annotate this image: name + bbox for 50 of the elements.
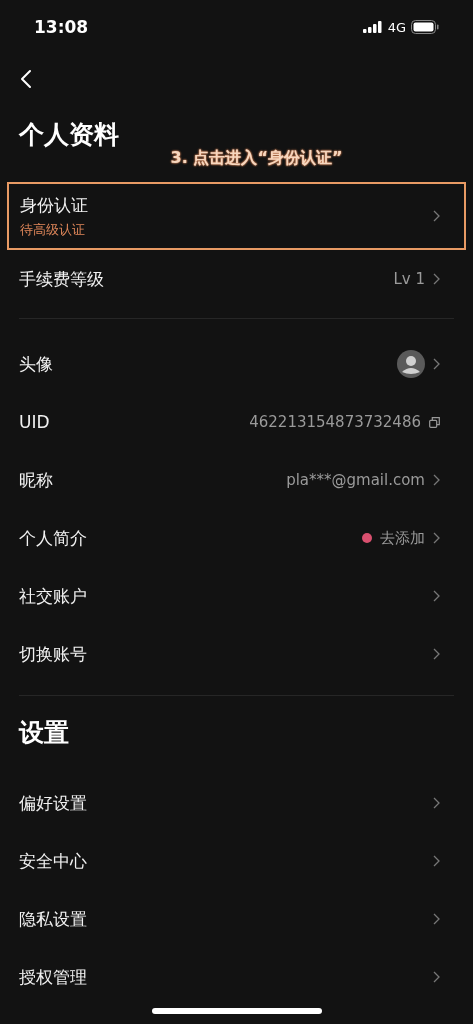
row-label: 安全中心 [19, 849, 87, 873]
avatar-icon [397, 350, 425, 378]
row-value: pla***@gmail.com [286, 471, 425, 489]
settings-row[interactable]: 安全中心 [0, 832, 473, 890]
back-icon[interactable] [20, 69, 32, 89]
settings-row[interactable]: 社交账户 [0, 567, 473, 625]
section-title: 设置 [19, 717, 70, 749]
status-time: 13:08 [34, 17, 89, 37]
section-title: 个人资料 [19, 119, 120, 151]
chevron-icon [433, 797, 440, 809]
row-label: 个人简介 [19, 526, 87, 550]
settings-row[interactable]: 身份认证 待高级认证 [7, 182, 466, 250]
row-value: 462213154873732486 [249, 413, 421, 431]
settings-row[interactable]: UID 462213154873732486 [0, 393, 473, 451]
chevron-icon [433, 590, 440, 602]
row-label: 身份认证 [20, 193, 88, 217]
settings-row[interactable]: 手续费等级 Lv 1 [0, 250, 473, 308]
chevron-icon [433, 913, 440, 925]
chevron-icon [433, 532, 440, 544]
row-value: 去添加 [380, 528, 425, 548]
settings-row[interactable]: 个人简介 去添加 [0, 509, 473, 567]
row-label: 切换账号 [19, 642, 87, 666]
chevron-icon [433, 273, 440, 285]
chevron-icon [433, 855, 440, 867]
row-label: 手续费等级 [19, 267, 104, 291]
chevron-icon [433, 474, 440, 486]
row-label: 头像 [19, 352, 53, 376]
row-label: 昵称 [19, 468, 53, 492]
settings-row[interactable]: 授权管理 [0, 948, 473, 1006]
settings-row[interactable]: 昵称 pla***@gmail.com [0, 451, 473, 509]
tutorial-annotation: 3. 点击进入“身份认证” [170, 148, 343, 169]
row-label: 偏好设置 [19, 791, 87, 815]
row-sublabel: 待高级认证 [20, 220, 86, 239]
signal-icon [362, 21, 383, 33]
chevron-icon [433, 358, 440, 370]
settings-row[interactable]: 隐私设置 [0, 890, 473, 948]
row-value: Lv 1 [393, 270, 425, 288]
chevron-icon [433, 648, 440, 660]
battery-icon [411, 20, 439, 34]
row-label: 授权管理 [19, 965, 87, 989]
chevron-icon [433, 210, 440, 222]
settings-row[interactable]: 切换账号 [0, 625, 473, 683]
copy-icon[interactable] [429, 416, 440, 428]
row-label: UID [19, 412, 50, 432]
chevron-icon [433, 971, 440, 983]
settings-row[interactable]: 头像 [0, 335, 473, 393]
row-label: 社交账户 [19, 584, 87, 608]
settings-row[interactable]: 偏好设置 [0, 774, 473, 832]
network-label: 4G [387, 19, 406, 35]
row-label: 隐私设置 [19, 907, 87, 931]
